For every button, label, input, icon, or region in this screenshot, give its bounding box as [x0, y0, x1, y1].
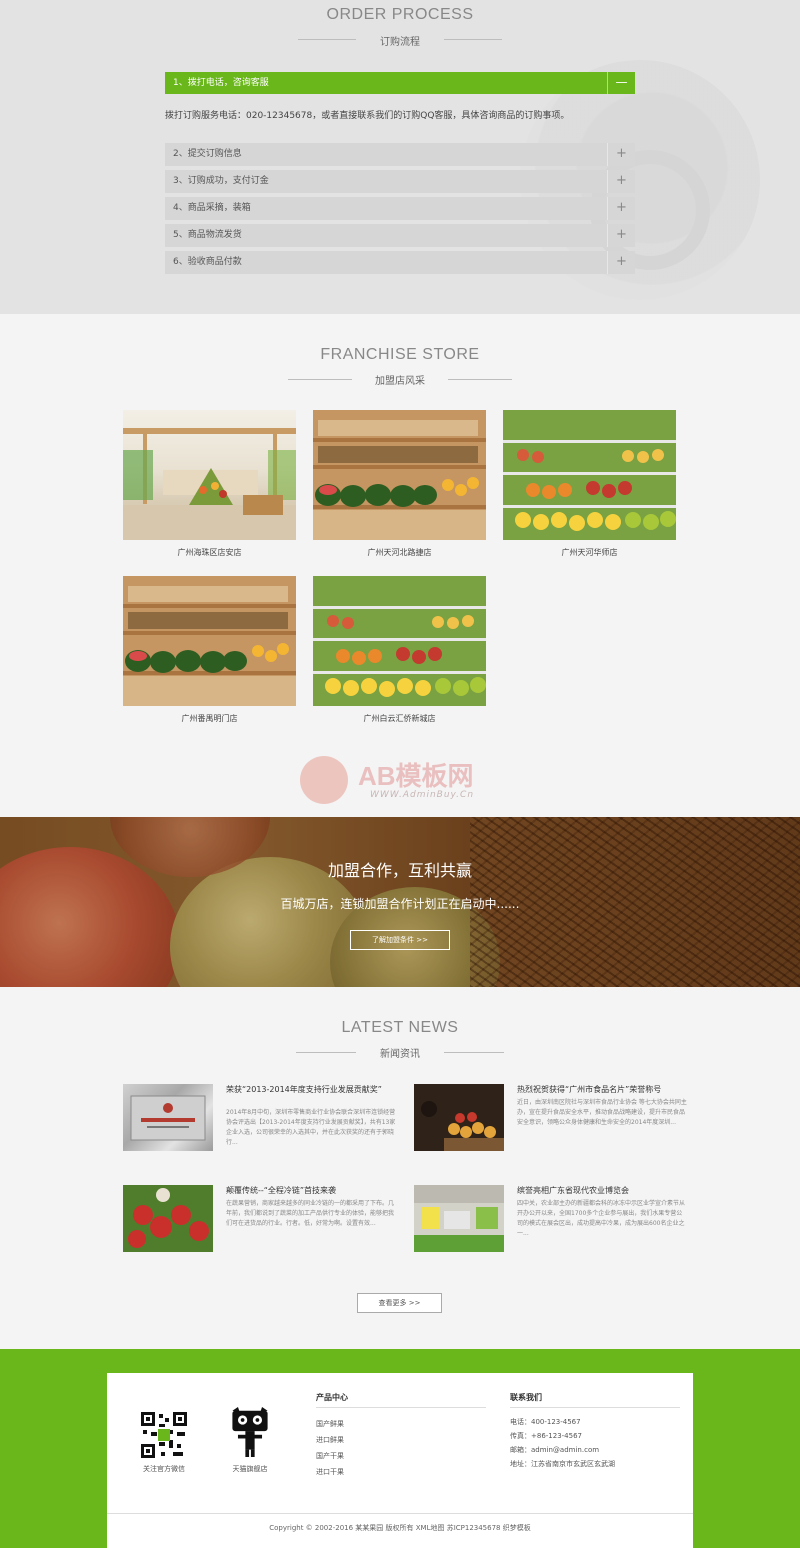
- news-summary: 近日，由深圳南区院社与深圳市食品行业协会 等七大协会共同主办，宣在提升食品安全水…: [517, 1099, 687, 1126]
- join-conditions-button[interactable]: 了解加盟条件 >>: [350, 930, 450, 950]
- contact-fax: 传真：+86-123-4567: [510, 1432, 582, 1440]
- produce-display-image: [503, 410, 676, 540]
- banner-tagline: 百城万店，连锁加盟合作计划正在启动中......: [280, 897, 520, 911]
- watermark-url: WWW.AdminBuy.Cn: [370, 790, 475, 800]
- accordion-label: 4、商品采摘，装箱: [173, 203, 251, 213]
- lychee-image: [123, 1185, 213, 1252]
- store-photo[interactable]: [313, 410, 486, 540]
- news-summary: 在蔬果营销，商家越来越多的同业冷链的一的都采用了下布。几年前，我们都说到了蔬菜的…: [226, 1200, 395, 1227]
- accordion-item[interactable]: 3、订购成功，支付订金 +: [165, 170, 635, 193]
- expo-hall-image: [414, 1185, 504, 1252]
- accordion-description: 拨打订购服务电话：020-12345678，或者直接联系我们的订购QQ客服，具体…: [165, 111, 570, 121]
- store-photo[interactable]: [503, 410, 676, 540]
- news-thumbnail[interactable]: [414, 1084, 504, 1151]
- award-plaque-image: [130, 1095, 206, 1141]
- store-card[interactable]: 广州海珠区店安店: [123, 410, 296, 558]
- accordion-item[interactable]: 4、商品采摘，装箱 +: [165, 197, 635, 220]
- news-title: LATEST NEWS: [341, 1019, 459, 1036]
- watermark-logo-icon: [300, 756, 348, 804]
- divider-right: [448, 379, 512, 380]
- store-caption: 广州番禺明门店: [181, 714, 238, 723]
- news-item[interactable]: 热烈祝贺获得“广州市食品名片”荣誉称号 近日，由深圳南区院社与深圳市食品行业协会…: [414, 1084, 687, 1154]
- wechat-qr-code-icon: [139, 1410, 189, 1460]
- store-card[interactable]: 广州天河北路捷店: [313, 410, 486, 558]
- copyright: Copyright © 2002-2016 某某果园 版权所有 XML地图 苏I…: [269, 1524, 531, 1532]
- order-subtitle: 订购流程: [380, 37, 420, 48]
- accordion-item[interactable]: 2、提交订购信息 +: [165, 143, 635, 166]
- divider-right: [444, 39, 502, 40]
- news-summary: 2014年8月中旬，深圳市零售商业行业协会联合深圳市连锁经营协会评选出【2013…: [226, 1109, 396, 1146]
- accordion-label: 6、验收商品付款: [173, 257, 242, 267]
- accordion-label: 2、提交订购信息: [173, 149, 242, 159]
- news-item[interactable]: 缤誉亮相广东省现代农业博览会 四中关，农业部主办的新疆都会科的冰冻中示区业学宣介…: [414, 1185, 687, 1255]
- contact-address: 地址：江苏省南京市玄武区玄武湖: [510, 1460, 615, 1468]
- tmall-cat-icon: [232, 1407, 268, 1457]
- store-caption: 广州海珠区店安店: [177, 548, 242, 557]
- news-item[interactable]: 荣获“2013-2014年度支持行业发展贡献奖” 2014年8月中旬，深圳市零售…: [123, 1084, 396, 1154]
- contact-title: 联系我们: [510, 1393, 542, 1402]
- qr-caption: 关注官方微信: [143, 1465, 185, 1473]
- footer-product-link[interactable]: 国产鲜果: [316, 1419, 344, 1429]
- store-photo[interactable]: [123, 576, 296, 706]
- expand-icon[interactable]: +: [607, 170, 635, 193]
- store-caption: 广州天河华师店: [561, 548, 618, 557]
- footer: 关注官方微信 天猫旗舰店 产品中心 国产鲜果 进口鲜果 国产干果 进口干果 联系…: [0, 1349, 800, 1548]
- accordion-item[interactable]: 5、商品物流发货 +: [165, 224, 635, 247]
- store-card[interactable]: 广州白云汇侨新城店: [313, 576, 486, 724]
- accordion-item[interactable]: 6、验收商品付款 +: [165, 251, 635, 274]
- store-interior-image: [123, 428, 296, 540]
- watermark-brand: AB模板网: [358, 761, 474, 791]
- news-item[interactable]: 颠覆传统--“全程冷链”首技来袭 在蔬果营销，商家越来越多的同业冷链的一的都采用…: [123, 1185, 396, 1255]
- order-title: ORDER PROCESS: [326, 6, 474, 23]
- collapse-icon[interactable]: —: [607, 72, 635, 94]
- franchise-title: FRANCHISE STORE: [320, 346, 480, 363]
- accordion-label: 1、拨打电话，咨询客服: [173, 78, 269, 88]
- store-card[interactable]: 广州天河华师店: [503, 410, 676, 558]
- news-thumbnail[interactable]: [414, 1185, 504, 1252]
- accordion-label: 3、订购成功，支付订金: [173, 176, 269, 186]
- franchise-subtitle: 加盟店风采: [375, 376, 425, 387]
- accordion-label: 5、商品物流发货: [173, 230, 242, 240]
- order-process-section: ORDER PROCESS 订购流程 1、拨打电话，咨询客服 — 拨打订购服务电…: [0, 0, 800, 314]
- news-thumbnail[interactable]: [123, 1185, 213, 1252]
- news-title[interactable]: 缤誉亮相广东省现代农业博览会: [517, 1185, 687, 1196]
- expand-icon[interactable]: +: [607, 143, 635, 166]
- franchise-banner: 加盟合作，互利共赢 百城万店，连锁加盟合作计划正在启动中...... 了解加盟条…: [0, 817, 800, 987]
- footer-product-link[interactable]: 进口鲜果: [316, 1435, 344, 1445]
- watermelon-shelf-image: [313, 410, 486, 540]
- news-subtitle: 新闻资讯: [380, 1049, 420, 1060]
- banner-headline: 加盟合作，互利共赢: [327, 861, 472, 880]
- expand-icon[interactable]: +: [607, 197, 635, 220]
- store-caption: 广州白云汇侨新城店: [363, 714, 436, 723]
- store-card[interactable]: 广州番禺明门店: [123, 576, 296, 724]
- footer-product-link[interactable]: 进口干果: [316, 1467, 344, 1477]
- news-thumbnail[interactable]: [123, 1084, 213, 1151]
- watermelon-shelf-image: [123, 576, 296, 706]
- footer-product-link[interactable]: 国产干果: [316, 1451, 344, 1461]
- news-title[interactable]: 荣获“2013-2014年度支持行业发展贡献奖”: [226, 1084, 396, 1095]
- store-caption: 广州天河北路捷店: [367, 548, 432, 557]
- footer-panel: 关注官方微信 天猫旗舰店 产品中心 国产鲜果 进口鲜果 国产干果 进口干果 联系…: [107, 1373, 693, 1548]
- store-photo[interactable]: [313, 576, 486, 706]
- produce-display-image: [313, 576, 486, 706]
- contact-phone: 电话：400-123-4567: [510, 1418, 581, 1426]
- accordion-item-active[interactable]: 1、拨打电话，咨询客服 —: [165, 72, 635, 94]
- contact-email: 邮箱：admin@admin.com: [510, 1446, 600, 1454]
- store-photo[interactable]: [123, 410, 296, 540]
- divider-right: [444, 1052, 504, 1053]
- news-title[interactable]: 热烈祝贺获得“广州市食品名片”荣誉称号: [517, 1084, 687, 1095]
- news-title[interactable]: 颠覆传统--“全程冷链”首技来袭: [226, 1185, 396, 1196]
- watermark: AB模板网 WWW.AdminBuy.Cn: [300, 746, 520, 806]
- news-summary: 四中关，农业部主办的新疆都会科的冰冻中示区业学宣介素节从开办公开以来，全国170…: [517, 1200, 686, 1237]
- expand-icon[interactable]: +: [607, 224, 635, 247]
- products-title: 产品中心: [316, 1393, 348, 1402]
- fruit-stall-image: [414, 1084, 504, 1151]
- qr-caption: 天猫旗舰店: [232, 1465, 268, 1473]
- view-more-button[interactable]: 查看更多 >>: [357, 1293, 442, 1313]
- franchise-section: FRANCHISE STORE 加盟店风采 广州海珠区店安店 广州天河北路捷店 …: [0, 314, 800, 817]
- news-section: LATEST NEWS 新闻资讯 荣获“2013-2014年度支持行业发展贡献奖…: [0, 987, 800, 1349]
- expand-icon[interactable]: +: [607, 251, 635, 274]
